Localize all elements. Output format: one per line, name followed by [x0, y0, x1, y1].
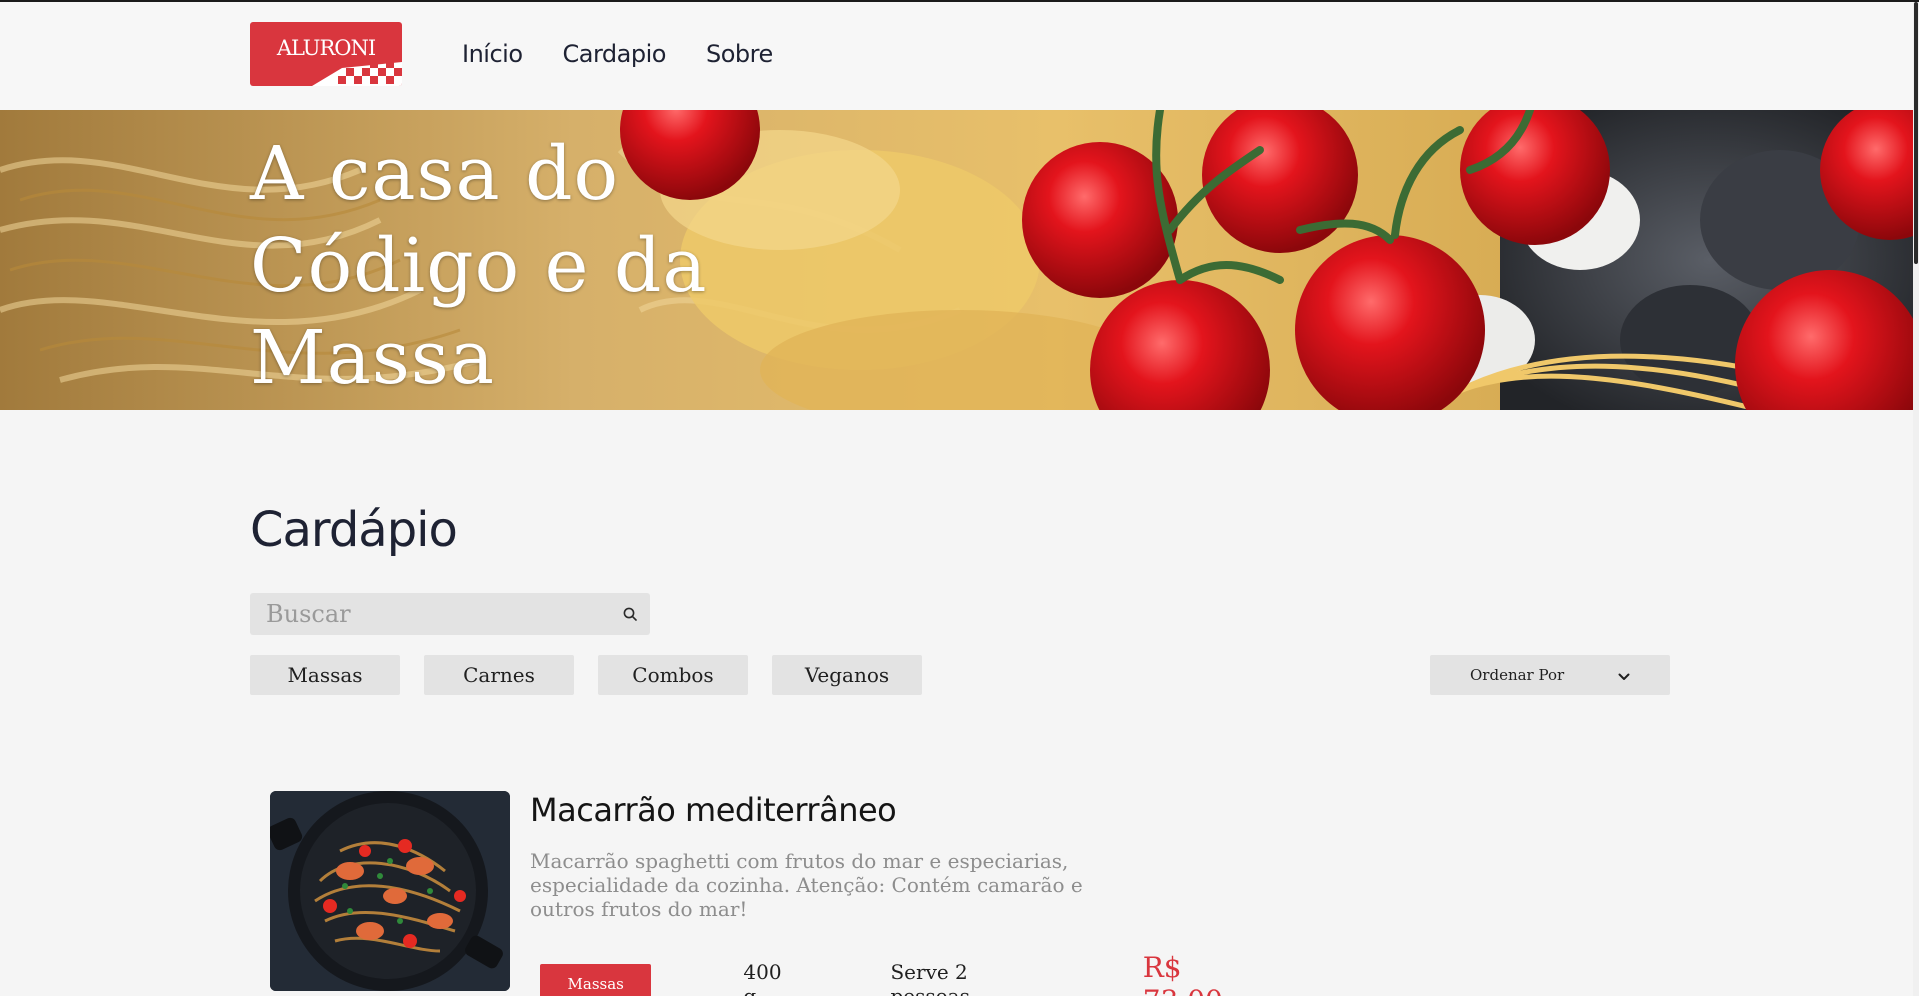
- menu-item-description: Macarrão spaghetti com frutos do mar e e…: [530, 849, 1083, 921]
- menu-item-image: [270, 791, 510, 991]
- menu-item-category-tag[interactable]: Massas: [540, 964, 652, 996]
- sort-dropdown[interactable]: Ordenar Por: [1430, 655, 1670, 695]
- search-box: [250, 593, 650, 635]
- nav-cardapio[interactable]: Cardapio: [563, 40, 667, 68]
- search-icon[interactable]: [610, 593, 650, 635]
- site-header: ALURONI Início Cardapio Sobre: [0, 2, 1919, 110]
- brand-logo[interactable]: ALURONI: [250, 22, 402, 86]
- sort-label: Ordenar Por: [1470, 666, 1565, 684]
- nav-sobre[interactable]: Sobre: [706, 40, 773, 68]
- hero-banner: A casa do Código e da Massa: [0, 110, 1919, 410]
- menu-item-price: R$ 73.00: [1142, 951, 1223, 996]
- menu-item-card: Macarrão mediterrâneo Macarrão spaghetti…: [270, 791, 1270, 996]
- filter-veganos[interactable]: Veganos: [772, 655, 922, 695]
- menu-title: Cardápio: [250, 502, 458, 558]
- menu-item-serving: Serve 2 pessoas: [890, 960, 970, 996]
- search-input[interactable]: [250, 593, 610, 635]
- main-nav: Início Cardapio Sobre: [462, 40, 773, 68]
- category-filters: Massas Carnes Combos Veganos: [250, 655, 922, 695]
- filter-combos[interactable]: Combos: [598, 655, 748, 695]
- logo-text: ALURONI: [276, 36, 376, 60]
- scrollbar-thumb[interactable]: [1914, 2, 1918, 264]
- nav-inicio[interactable]: Início: [462, 40, 523, 68]
- logo-checker-pattern: [312, 62, 402, 86]
- filter-carnes[interactable]: Carnes: [424, 655, 574, 695]
- hero-title: A casa do Código e da Massa: [250, 131, 708, 401]
- filter-massas[interactable]: Massas: [250, 655, 400, 695]
- menu-item-size: 400 g: [743, 960, 782, 996]
- menu-item-meta: Massas 400 g Serve 2 pessoas R$ 73.00: [540, 951, 1270, 996]
- chevron-down-icon: [1618, 666, 1630, 685]
- menu-item-title: Macarrão mediterrâneo: [530, 791, 897, 829]
